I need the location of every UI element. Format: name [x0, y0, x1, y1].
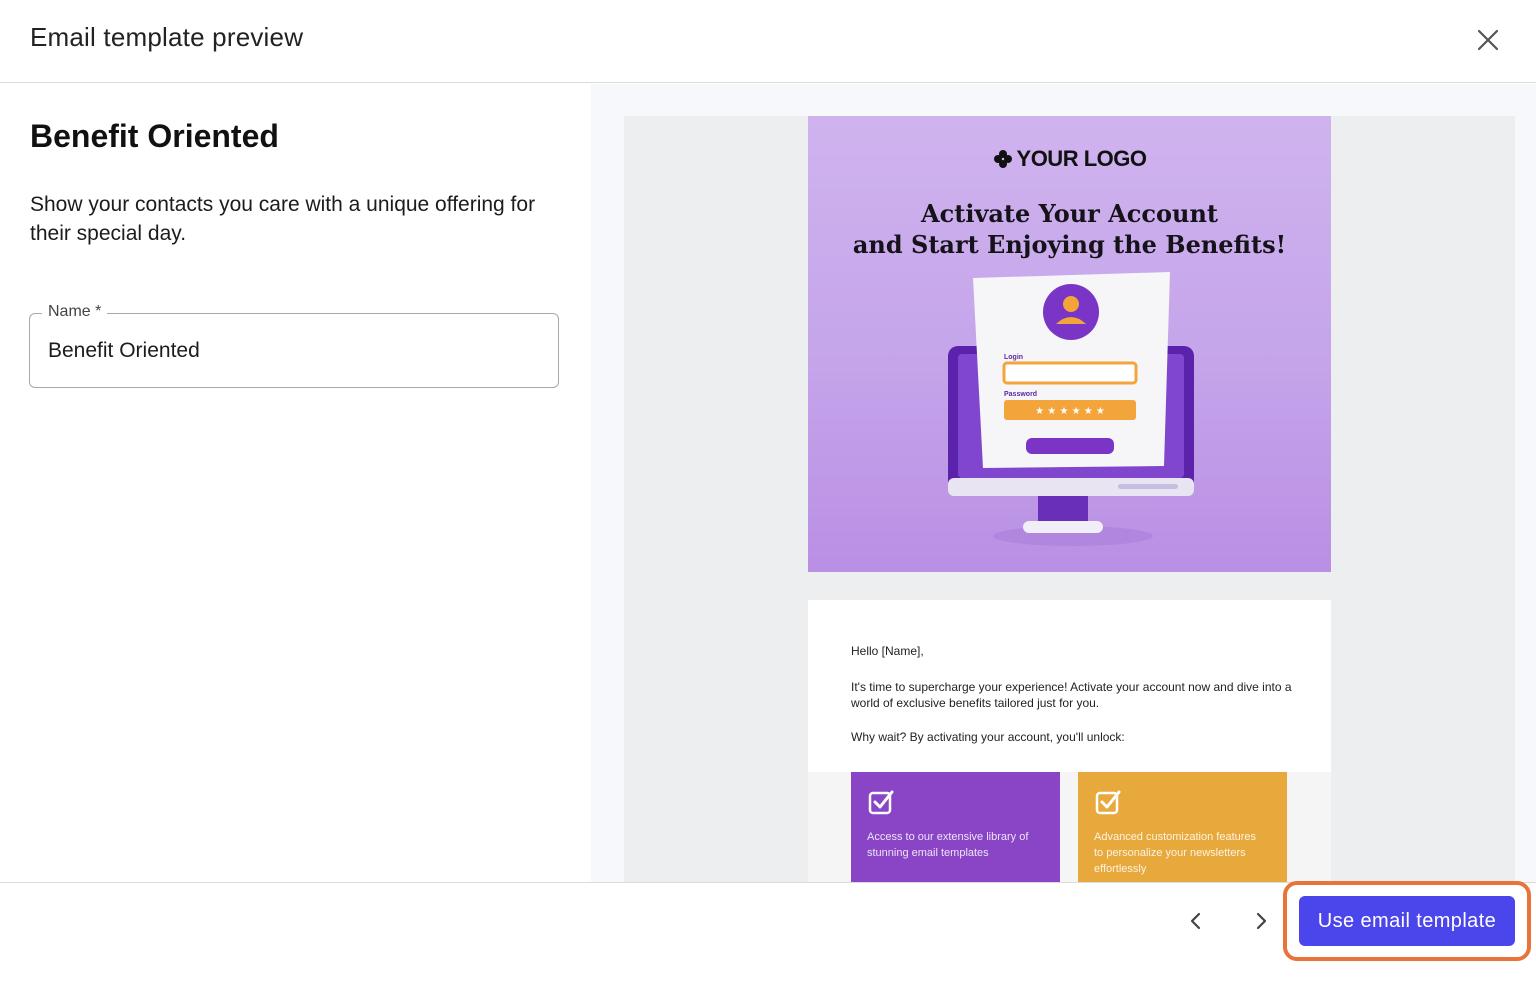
checkbox-checked-icon: [868, 790, 894, 815]
previous-template-button[interactable]: [1178, 903, 1214, 939]
intro-paragraph: It's time to supercharge your experience…: [851, 680, 1292, 710]
email-body: Hello [Name], It's time to supercharge y…: [808, 600, 1331, 882]
greeting-text: Hello [Name],: [851, 644, 924, 658]
use-email-template-button[interactable]: Use email template: [1299, 896, 1515, 946]
email-hero: YOUR LOGO Activate Your Account and Star…: [808, 116, 1331, 572]
template-details-panel: Benefit Oriented Show your contacts you …: [0, 84, 591, 882]
dialog-title: Email template preview: [30, 22, 304, 52]
close-button[interactable]: [1470, 22, 1506, 58]
name-field[interactable]: Name *: [29, 303, 559, 388]
benefit-card: Access to our extensive library of stunn…: [851, 772, 1060, 882]
chevron-right-icon: [1256, 912, 1267, 930]
next-template-button[interactable]: [1243, 903, 1279, 939]
preview-panel[interactable]: YOUR LOGO Activate Your Account and Star…: [591, 84, 1536, 882]
template-description: Show your contacts you care with a uniqu…: [30, 193, 536, 245]
logo: YOUR LOGO: [808, 146, 1331, 172]
benefit-card-text: Advanced customization features to perso…: [1094, 831, 1257, 875]
password-mask: ★ ★ ★ ★ ★ ★: [1035, 406, 1105, 417]
name-field-label: Name *: [42, 303, 108, 321]
name-input[interactable]: [48, 334, 538, 368]
login-monitor-illustration: Login Password ★ ★ ★ ★ ★ ★: [948, 272, 1194, 546]
close-icon: [1477, 29, 1499, 51]
flower-icon: [993, 150, 1012, 168]
benefit-card: Advanced customization features to perso…: [1078, 772, 1287, 882]
unlock-text: Why wait? By activating your account, yo…: [851, 730, 1125, 744]
chevron-left-icon: [1190, 912, 1201, 930]
hero-title: Activate Your Account and Start Enjoying…: [808, 198, 1331, 260]
hero-title-line-2: and Start Enjoying the Benefits!: [852, 230, 1287, 259]
email-preview[interactable]: YOUR LOGO Activate Your Account and Star…: [624, 116, 1515, 882]
dialog-footer: Use email template: [0, 881, 1536, 986]
dialog-header: Email template preview: [0, 0, 1536, 83]
password-label: Password: [1004, 391, 1037, 398]
checkbox-checked-icon: [1095, 790, 1121, 815]
hero-title-line-1: Activate Your Account: [921, 199, 1218, 228]
logo-text: YOUR LOGO: [1016, 146, 1147, 171]
template-title: Benefit Oriented: [30, 118, 279, 154]
benefit-card-text: Access to our extensive library of stunn…: [867, 831, 1029, 859]
login-label: Login: [1004, 354, 1023, 361]
